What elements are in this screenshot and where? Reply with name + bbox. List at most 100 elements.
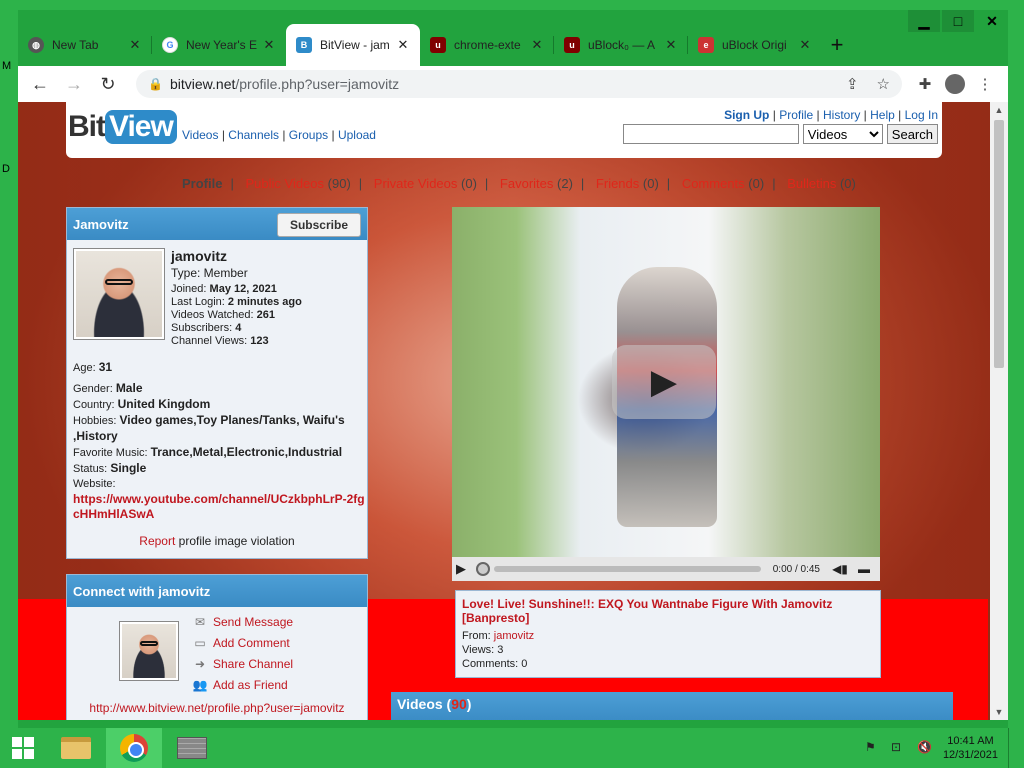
chrome-icon (120, 734, 148, 762)
kebab-menu-icon[interactable]: ⋮ (970, 70, 1000, 98)
history-link[interactable]: History (823, 108, 860, 122)
address-bar[interactable]: 🔒 bitview.net/profile.php?user=jamovitz … (136, 70, 902, 98)
extensions-puzzle-icon[interactable]: ✚ (910, 70, 940, 98)
subscribe-button[interactable]: Subscribe (276, 213, 361, 237)
reload-icon[interactable]: ↻ (94, 70, 122, 98)
tab-comments[interactable]: Comments (682, 176, 745, 191)
tab-close-icon[interactable]: ✕ (664, 37, 678, 53)
tab-close-icon[interactable]: ✕ (396, 37, 410, 53)
add-friend-button[interactable]: 👥 Add as Friend (191, 674, 293, 695)
windows-logo-icon (12, 737, 34, 759)
tab-new-tab[interactable]: ◍ New Tab ✕ (18, 24, 152, 66)
tab-close-icon[interactable]: ✕ (530, 37, 544, 53)
search-input[interactable] (622, 124, 799, 144)
tab-title: BitView - jam (320, 38, 390, 52)
tab-bitview[interactable]: B BitView - jam ✕ (286, 24, 420, 66)
videos-box-header: Videos (90) (391, 692, 953, 720)
lock-icon: 🔒 (148, 77, 163, 91)
video-comments: Comments: 0 (462, 658, 528, 670)
tab-chrome-extension[interactable]: u chrome-exte ✕ (420, 24, 554, 66)
profile-url[interactable]: http://www.bitview.net/profile.php?user=… (67, 701, 367, 715)
profile-box: Jamovitz Subscribe jamovitz Type: Member… (66, 207, 368, 559)
send-message-button[interactable]: ✉ Send Message (191, 611, 293, 632)
signup-link[interactable]: Sign Up (724, 108, 769, 122)
app-taskbar-button[interactable] (164, 728, 220, 768)
profile-avatar-icon[interactable] (940, 70, 970, 98)
profile-link[interactable]: Profile (779, 108, 813, 122)
tab-title: uBlock₀ — A (588, 38, 656, 52)
share-icon[interactable]: ⇪ (846, 75, 859, 93)
search-type-select[interactable]: Videos (802, 124, 883, 144)
bitview-logo[interactable]: Bit View (68, 110, 177, 144)
tab-public-videos[interactable]: Public Videos (245, 176, 324, 191)
nav-upload[interactable]: Upload (338, 128, 376, 142)
add-comment-button[interactable]: ▭ Add Comment (191, 632, 293, 653)
help-link[interactable]: Help (870, 108, 895, 122)
bookmark-star-icon[interactable]: ☆ (877, 75, 890, 93)
gender-value: Male (115, 381, 143, 395)
seek-knob[interactable] (476, 562, 490, 576)
joined-date: May 12, 2021 (209, 283, 277, 295)
tab-friends[interactable]: Friends (596, 176, 639, 191)
videos-count[interactable]: 90 (451, 696, 467, 712)
user-type: Type: Member (171, 266, 248, 280)
tab-count: (0) (642, 176, 659, 191)
scroll-down-icon[interactable]: ▼ (990, 704, 1008, 720)
uploader-link[interactable]: jamovitz (494, 630, 534, 642)
scroll-thumb[interactable] (994, 120, 1004, 368)
globe-icon: ◍ (28, 37, 44, 53)
video-frame[interactable]: ▶ (452, 207, 880, 557)
search-button[interactable]: Search (886, 124, 938, 144)
login-link[interactable]: Log In (905, 108, 938, 122)
clock[interactable]: 10:41 AM 12/31/2021 (943, 734, 998, 762)
report-link[interactable]: Report (139, 534, 175, 548)
tab-new-years[interactable]: G New Year's E ✕ (152, 24, 286, 66)
tab-profile[interactable]: Profile (182, 176, 222, 191)
flag-icon[interactable]: ⚑ (865, 740, 881, 756)
time-display: 0:00 / 0:45 (772, 563, 820, 575)
last-login: 2 minutes ago (227, 296, 302, 308)
back-arrow-icon[interactable]: ← (26, 70, 54, 98)
video-player[interactable]: ▶ ▶ 0:00 / 0:45 ◀▮ ▬ (452, 207, 880, 581)
fullscreen-icon[interactable]: ▬ (852, 562, 876, 576)
tab-private-videos[interactable]: Private Videos (374, 176, 458, 191)
network-icon[interactable]: ⊡ (891, 740, 907, 756)
chrome-taskbar-button[interactable] (106, 728, 162, 768)
desktop-edge-glyph: D (2, 163, 10, 175)
seek-bar[interactable] (494, 566, 761, 572)
start-button[interactable] (0, 728, 46, 768)
add-friend-icon: 👥 (192, 677, 208, 692)
website-link[interactable]: https://www.youtube.com/channel/UCzkbphL… (73, 492, 365, 522)
tab-bulletins[interactable]: Bulletins (787, 176, 836, 191)
tab-ublock-a[interactable]: u uBlock₀ — A ✕ (554, 24, 688, 66)
new-tab-button[interactable]: + (822, 24, 852, 66)
play-icon[interactable]: ▶ (456, 561, 476, 577)
forward-arrow-icon[interactable]: → (60, 70, 88, 98)
page-scrollbar[interactable]: ▲ ▼ (990, 102, 1008, 720)
tab-favorites[interactable]: Favorites (500, 176, 553, 191)
profile-stats: Type: Member Joined: May 12, 2021 Last L… (171, 266, 302, 348)
tab-close-icon[interactable]: ✕ (128, 37, 142, 53)
tab-strip: ◍ New Tab ✕ G New Year's E ✕ B BitView -… (18, 24, 1008, 66)
tab-count: (0) (461, 176, 477, 191)
big-play-icon[interactable]: ▶ (612, 345, 716, 419)
nav-channels[interactable]: Channels (228, 128, 279, 142)
google-icon: G (162, 37, 178, 53)
nav-videos[interactable]: Videos (182, 128, 218, 142)
volume-icon[interactable]: ◀▮ (828, 562, 852, 576)
nav-groups[interactable]: Groups (289, 128, 328, 142)
scroll-up-icon[interactable]: ▲ (990, 102, 1008, 118)
tab-close-icon[interactable]: ✕ (262, 37, 276, 53)
video-title-link[interactable]: Love! Live! Sunshine!!: EXQ You Wantnabe… (462, 597, 874, 625)
show-desktop-button[interactable] (1008, 728, 1014, 768)
speaker-muted-icon[interactable]: 🔇 (917, 740, 933, 756)
tab-count: (90) (327, 176, 351, 191)
music-value: Trance,Metal,Electronic,Industrial (150, 445, 343, 459)
country-value: United Kingdom (117, 397, 211, 411)
share-channel-button[interactable]: ➜ Share Channel (191, 653, 293, 674)
file-explorer-button[interactable] (48, 728, 104, 768)
tab-close-icon[interactable]: ✕ (798, 37, 812, 53)
tab-ublock-origin[interactable]: e uBlock Origi ✕ (688, 24, 822, 66)
system-tray: ⚑ ⊡ 🔇 10:41 AM 12/31/2021 (865, 728, 1024, 768)
browser-window: ▁ □ ✕ ◍ New Tab ✕ G New Year's E ✕ B Bit… (18, 10, 1008, 728)
